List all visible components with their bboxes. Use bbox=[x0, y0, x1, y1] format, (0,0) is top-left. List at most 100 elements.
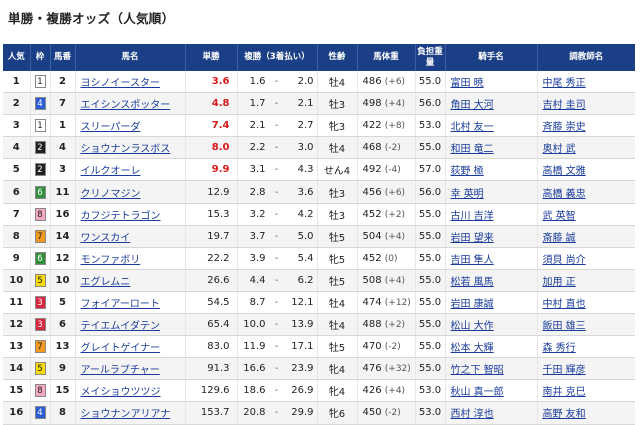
place-odds: 4.4- 6.2 bbox=[237, 269, 318, 292]
body-weight: 468 bbox=[362, 142, 382, 154]
gate-badge: 3 bbox=[34, 295, 46, 309]
horse-name-link[interactable]: モンファボリ bbox=[81, 255, 141, 266]
trainer-link[interactable]: 千田 輝彦 bbox=[543, 365, 586, 376]
sex-age: 牝5 bbox=[317, 247, 358, 270]
horse-name-link[interactable]: メイショウツツジ bbox=[81, 387, 161, 398]
trainer-link[interactable]: 吉村 圭司 bbox=[543, 100, 586, 111]
place-odds-separator: - bbox=[274, 296, 279, 308]
table-row: 13 7 13 グレイトゲイナー 83.0 11.9-17.1 牡5 470 (-2) 55.0… bbox=[3, 335, 635, 359]
trainer-link[interactable]: 武 英智 bbox=[543, 211, 576, 222]
sex-age: 牝4 bbox=[317, 357, 358, 381]
body-weight: 488 bbox=[362, 319, 382, 331]
jockey-link[interactable]: 北村 友一 bbox=[451, 122, 494, 133]
place-odds: 3.2- 4.2 bbox=[237, 203, 318, 226]
burden-weight: 57.0 bbox=[415, 158, 446, 182]
gate-cell: 7 bbox=[30, 225, 51, 248]
trainer-link[interactable]: 斉藤 崇史 bbox=[543, 122, 586, 133]
burden-weight: 55.0 bbox=[415, 203, 446, 226]
jockey-link[interactable]: 西村 淳也 bbox=[451, 409, 494, 420]
sex-age: 牡5 bbox=[317, 225, 358, 248]
place-odds-high: 23.9 bbox=[291, 363, 314, 375]
gate-cell: 8 bbox=[30, 379, 51, 403]
win-odds: 54.5 bbox=[185, 291, 238, 315]
horse-name-link[interactable]: ショウナンアリアナ bbox=[81, 409, 171, 420]
place-odds-low: 3.7 bbox=[249, 230, 266, 242]
jockey-link[interactable]: 竹之下 智昭 bbox=[451, 365, 504, 376]
jockey-cell: 秋山 真一郎 bbox=[445, 379, 538, 403]
place-odds-low: 11.9 bbox=[243, 341, 266, 353]
jockey-link[interactable]: 幸 英明 bbox=[451, 189, 484, 200]
body-weight-diff: (-2) bbox=[384, 342, 401, 353]
trainer-link[interactable]: 奥村 武 bbox=[543, 144, 576, 155]
place-odds: 16.6-23.9 bbox=[237, 357, 318, 381]
trainer-link[interactable]: 高野 友和 bbox=[543, 409, 586, 420]
gate-cell: 2 bbox=[30, 136, 51, 160]
horse-name-link[interactable]: ヨシノイースター bbox=[81, 78, 161, 89]
horse-name-link[interactable]: スリーパーダ bbox=[81, 122, 141, 133]
body-weight: 450 bbox=[362, 407, 382, 419]
body-weight-cell: 450 (-2) bbox=[357, 401, 416, 425]
place-odds-separator: - bbox=[274, 274, 279, 286]
horse-name-link[interactable]: グレイトゲイナー bbox=[81, 343, 161, 354]
win-odds: 4.8 bbox=[185, 92, 238, 116]
table-row: 10 5 10 エグレムニ 26.6 4.4-6.2 牡5 508 (+4) 55.0 松若 風馬… bbox=[3, 269, 635, 292]
horse-name-link[interactable]: イルクオーレ bbox=[81, 166, 141, 177]
place-odds-low: 2.8 bbox=[249, 186, 266, 198]
trainer-link[interactable]: 高橋 義忠 bbox=[543, 189, 586, 200]
jockey-link[interactable]: 松若 風馬 bbox=[451, 277, 494, 288]
jockey-link[interactable]: 秋山 真一郎 bbox=[451, 387, 504, 398]
place-odds-low: 18.6 bbox=[243, 385, 266, 397]
popularity-rank: 11 bbox=[3, 291, 31, 315]
place-odds-high: 4.3 bbox=[297, 164, 314, 176]
jockey-cell: 富田 暁 bbox=[445, 71, 538, 94]
jockey-cell: 古川 吉洋 bbox=[445, 203, 538, 226]
jockey-cell: 竹之下 智昭 bbox=[445, 357, 538, 381]
place-odds-low: 3.9 bbox=[249, 252, 266, 264]
trainer-link[interactable]: 南井 克巳 bbox=[543, 387, 586, 398]
trainer-cell: 吉村 圭司 bbox=[537, 92, 635, 116]
horse-name-link[interactable]: エグレムニ bbox=[81, 277, 131, 288]
body-weight: 492 bbox=[362, 164, 382, 176]
place-odds-low: 1.7 bbox=[249, 98, 266, 110]
horse-name-link[interactable]: アールラプチャー bbox=[81, 365, 160, 376]
body-weight: 486 bbox=[362, 76, 382, 88]
jockey-link[interactable]: 岩田 望来 bbox=[451, 233, 494, 244]
horse-name-link[interactable]: テイエムイダテン bbox=[81, 321, 161, 332]
sex-age: 牡4 bbox=[317, 136, 358, 160]
horse-name-link[interactable]: エイシンスポッター bbox=[81, 100, 171, 111]
trainer-link[interactable]: 須貝 尚介 bbox=[543, 255, 586, 266]
horse-name-link[interactable]: クリノマジン bbox=[81, 189, 141, 200]
burden-weight: 56.0 bbox=[415, 180, 446, 204]
header-trainer: 調教師名 bbox=[537, 44, 635, 71]
horse-number: 10 bbox=[50, 269, 76, 292]
table-row: 3 1 1 スリーパーダ 7.4 2.1-2.7 牝3 422 (+8) 53.0 北村 友一 斉藤… bbox=[3, 114, 635, 138]
jockey-link[interactable]: 吉田 隼人 bbox=[451, 255, 494, 266]
jockey-link[interactable]: 和田 竜二 bbox=[451, 144, 494, 155]
horse-name-link[interactable]: フォイアーロート bbox=[81, 299, 160, 310]
place-odds-low: 3.2 bbox=[249, 208, 266, 220]
place-odds-separator: - bbox=[274, 407, 279, 419]
jockey-link[interactable]: 松山 大作 bbox=[451, 321, 494, 332]
jockey-link[interactable]: 荻野 極 bbox=[451, 166, 484, 177]
body-weight-cell: 452 (0) bbox=[357, 247, 416, 270]
trainer-link[interactable]: 中村 直也 bbox=[543, 299, 586, 310]
jockey-link[interactable]: 松本 大輝 bbox=[451, 343, 494, 354]
body-weight: 422 bbox=[362, 120, 382, 132]
horse-name-link[interactable]: カフジテトラゴン bbox=[81, 211, 161, 222]
horse-name-link[interactable]: ショウナンラスボス bbox=[81, 144, 171, 155]
horse-number: 4 bbox=[50, 136, 76, 160]
jockey-link[interactable]: 角田 大河 bbox=[451, 100, 494, 111]
burden-weight: 53.0 bbox=[415, 379, 446, 403]
jockey-link[interactable]: 富田 暁 bbox=[451, 78, 484, 89]
sex-age: 牡3 bbox=[317, 203, 358, 226]
jockey-link[interactable]: 岩田 康誠 bbox=[451, 299, 494, 310]
burden-weight: 55.0 bbox=[415, 313, 446, 337]
trainer-link[interactable]: 森 秀行 bbox=[543, 343, 576, 354]
trainer-link[interactable]: 加用 正 bbox=[543, 277, 576, 288]
trainer-link[interactable]: 斎藤 誠 bbox=[543, 233, 576, 244]
jockey-link[interactable]: 古川 吉洋 bbox=[451, 211, 494, 222]
trainer-link[interactable]: 飯田 雄三 bbox=[543, 321, 586, 332]
horse-name-link[interactable]: ワンスカイ bbox=[81, 233, 131, 244]
trainer-link[interactable]: 中尾 秀正 bbox=[543, 78, 586, 89]
trainer-link[interactable]: 高橋 文雅 bbox=[543, 166, 586, 177]
